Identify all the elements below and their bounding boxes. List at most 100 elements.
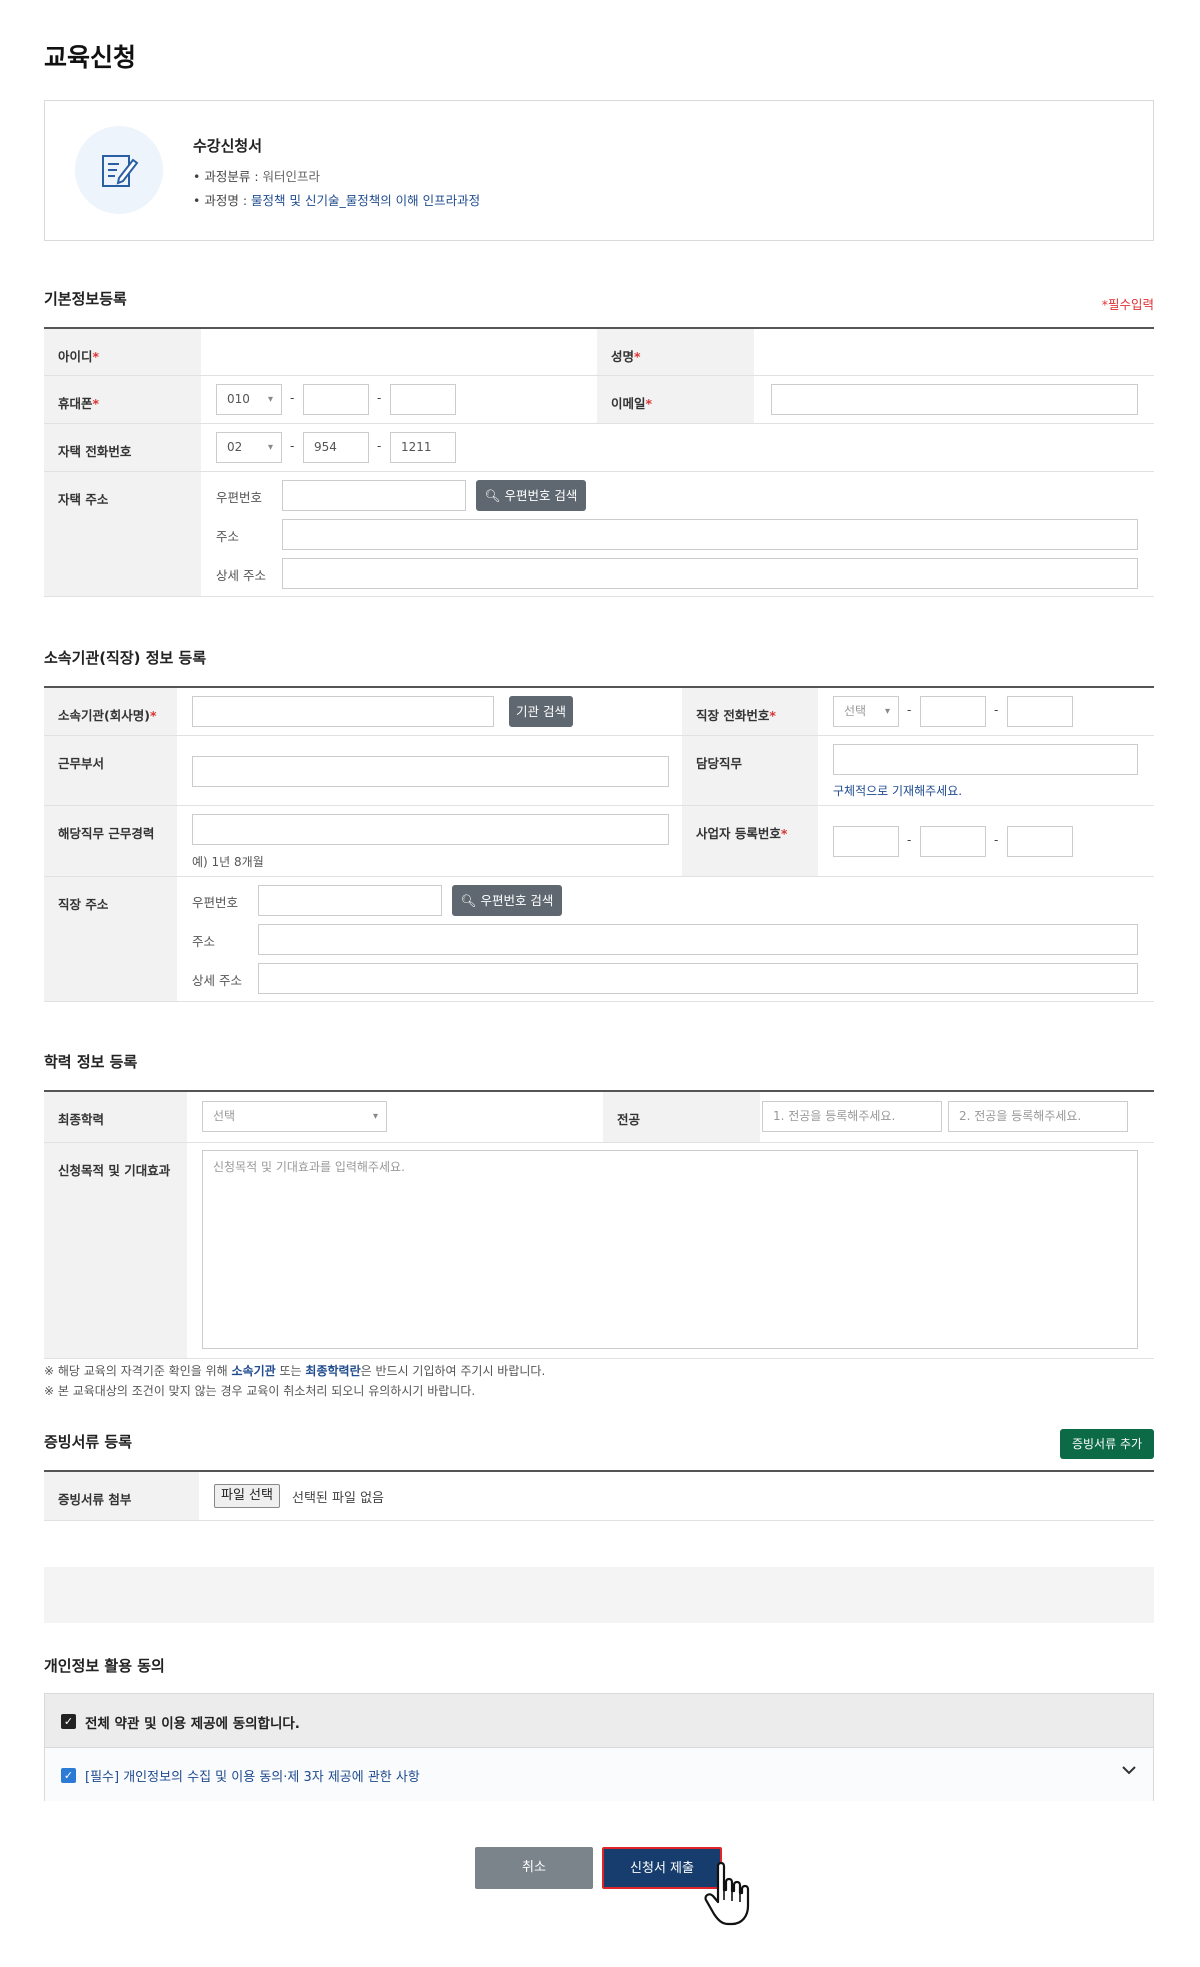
- purpose-label: 신청목적 및 기대효과: [44, 1143, 187, 1358]
- page-title: 교육신청: [44, 43, 137, 72]
- org-info-title: 소속기관(직장) 정보 등록: [44, 649, 207, 667]
- row-home-address: 자택 주소 우편번호 🔍︎ 우편번호 검색 주소 상세 주소: [44, 472, 1154, 597]
- home-phone-prefix-select[interactable]: 02: [216, 432, 282, 463]
- org-search-button[interactable]: 기관 검색: [509, 696, 573, 727]
- home-zip-search-button[interactable]: 🔍︎ 우편번호 검색: [476, 480, 586, 511]
- agree-required-row[interactable]: ✓ [필수] 개인정보의 수집 및 이용 동의·제 3자 제공에 관한 사항: [45, 1748, 1153, 1801]
- course-info: 수강신청서 • 과정분류 : 워터인프라 • 과정명 : 물정책 및 신기술_물…: [193, 135, 480, 213]
- file-status: 선택된 파일 없음: [292, 1491, 384, 1506]
- docs-title: 증빙서류 등록: [44, 1433, 133, 1451]
- hand-pointer-icon: [704, 1860, 770, 1932]
- biz-no-label: 사업자 등록번호*: [682, 806, 818, 876]
- final-edu-select[interactable]: 선택: [202, 1101, 387, 1132]
- home-address-sublabel: 주소: [216, 529, 240, 544]
- purpose-textarea[interactable]: 신청목적 및 기대효과를 입력해주세요.: [202, 1150, 1138, 1349]
- row-final-edu-major: 최종학력 선택 전공 1. 전공을 등록해주세요. 2. 전공을 등록해주세요.: [44, 1092, 1154, 1143]
- file-select-button[interactable]: 파일 선택: [214, 1484, 280, 1508]
- name-label: 성명*: [597, 329, 754, 375]
- row-document-attach: 증빙서류 첨부 파일 선택 선택된 파일 없음: [44, 1472, 1154, 1521]
- email-input[interactable]: [771, 384, 1138, 415]
- attach-label: 증빙서류 첨부: [44, 1472, 199, 1520]
- work-phone-last-input[interactable]: [1007, 696, 1073, 727]
- duty-label: 담당직무: [682, 736, 818, 805]
- empty-panel: [44, 1567, 1154, 1623]
- agree-all-text: 전체 약관 및 이용 제공에 동의합니다.: [85, 1716, 300, 1732]
- course-info-box: 수강신청서 • 과정분류 : 워터인프라 • 과정명 : 물정책 및 신기술_물…: [44, 100, 1154, 241]
- work-detail-address-label: 상세 주소: [192, 973, 242, 988]
- basic-info-title: 기본정보등록: [44, 290, 127, 308]
- major-label: 전공: [603, 1092, 760, 1142]
- row-dept-duty: 근무부서 담당직무 구체적으로 기재해주세요.: [44, 736, 1154, 806]
- biz-no-part1-input[interactable]: [833, 826, 899, 857]
- duty-hint: 구체적으로 기재해주세요.: [833, 784, 963, 798]
- home-phone-last-input[interactable]: 1211: [390, 432, 456, 463]
- home-zipcode-label: 우편번호: [216, 490, 263, 505]
- work-zipcode-input[interactable]: [258, 885, 442, 916]
- work-phone-prefix-select[interactable]: 선택: [833, 696, 899, 727]
- work-detail-address-input[interactable]: [258, 963, 1138, 994]
- required-note: *필수입력: [1101, 297, 1154, 312]
- course-category: • 과정분류 : 워터인프라: [193, 169, 321, 184]
- edu-info-title: 학력 정보 등록: [44, 1053, 138, 1071]
- home-phone-label: 자택 전화번호: [44, 424, 201, 471]
- home-zipcode-input[interactable]: [282, 480, 466, 511]
- home-detail-address-input[interactable]: [282, 558, 1138, 589]
- notice-line-2: ※ 본 교육대상의 조건이 맞지 않는 경우 교육이 취소처리 되오니 유의하시…: [44, 1384, 476, 1398]
- home-address-input[interactable]: [282, 519, 1138, 550]
- basic-info-table: 아이디* 성명* 휴대폰* 010 - - 이메일* 자택 전화번호 02 - …: [44, 327, 1154, 597]
- row-purpose: 신청목적 및 기대효과 신청목적 및 기대효과를 입력해주세요.: [44, 1143, 1154, 1359]
- row-career-bizno: 해당직무 근무경력 예) 1년 8개월 사업자 등록번호* - -: [44, 806, 1154, 877]
- search-icon: 🔍︎: [460, 893, 477, 908]
- agree-all-row[interactable]: ✓ 전체 약관 및 이용 제공에 동의합니다.: [45, 1694, 1153, 1748]
- row-id-name: 아이디* 성명*: [44, 329, 1154, 376]
- work-address-label: 직장 주소: [44, 877, 177, 1001]
- dept-label: 근무부서: [44, 736, 177, 805]
- major1-input[interactable]: 1. 전공을 등록해주세요.: [762, 1101, 942, 1132]
- add-document-button[interactable]: 증빙서류 추가: [1060, 1429, 1154, 1459]
- row-work-address: 직장 주소 우편번호 🔍︎ 우편번호 검색 주소 상세 주소: [44, 877, 1154, 1002]
- career-input[interactable]: [192, 814, 669, 845]
- home-address-label: 자택 주소: [44, 472, 201, 596]
- application-form-icon: [75, 126, 163, 214]
- id-label: 아이디*: [44, 329, 201, 375]
- career-label: 해당직무 근무경력: [44, 806, 177, 876]
- chevron-down-icon[interactable]: [1121, 1762, 1137, 1782]
- notice-text: ※ 해당 교육의 자격기준 확인을 위해 소속기관 또는 최종학력란은 반드시 …: [44, 1361, 545, 1401]
- duty-input[interactable]: [833, 744, 1138, 775]
- row-mobile-email: 휴대폰* 010 - - 이메일*: [44, 376, 1154, 424]
- mobile-mid-input[interactable]: [303, 384, 369, 415]
- course-form-title: 수강신청서: [193, 137, 263, 155]
- biz-no-part2-input[interactable]: [920, 826, 986, 857]
- home-phone-mid-input[interactable]: 954: [303, 432, 369, 463]
- org-info-table: 소속기관(회사명)* 기관 검색 직장 전화번호* 선택 - - 근무부서 담당…: [44, 686, 1154, 1002]
- work-zip-search-button[interactable]: 🔍︎ 우편번호 검색: [452, 885, 562, 916]
- work-phone-mid-input[interactable]: [920, 696, 986, 727]
- mobile-last-input[interactable]: [390, 384, 456, 415]
- final-edu-label: 최종학력: [44, 1092, 187, 1142]
- cancel-button[interactable]: 취소: [475, 1847, 593, 1889]
- work-phone-label: 직장 전화번호*: [682, 688, 818, 735]
- career-hint: 예) 1년 8개월: [192, 855, 264, 869]
- mobile-label: 휴대폰*: [44, 376, 201, 423]
- work-address-input[interactable]: [258, 924, 1138, 955]
- org-label: 소속기관(회사명)*: [44, 688, 177, 735]
- course-name: • 과정명 : 물정책 및 신기술_물정책의 이해 인프라과정: [193, 193, 481, 208]
- edu-info-table: 최종학력 선택 전공 1. 전공을 등록해주세요. 2. 전공을 등록해주세요.…: [44, 1090, 1154, 1359]
- major2-input[interactable]: 2. 전공을 등록해주세요.: [948, 1101, 1128, 1132]
- docs-table: 증빙서류 첨부 파일 선택 선택된 파일 없음: [44, 1470, 1154, 1521]
- privacy-title: 개인정보 활용 동의: [44, 1657, 165, 1675]
- org-input[interactable]: [192, 696, 494, 727]
- home-detail-address-label: 상세 주소: [216, 568, 266, 583]
- work-address-sublabel: 주소: [192, 934, 216, 949]
- agree-required-text: [필수] 개인정보의 수집 및 이용 동의·제 3자 제공에 관한 사항: [85, 1770, 420, 1785]
- search-icon: 🔍︎: [484, 488, 501, 503]
- row-org-workphone: 소속기관(회사명)* 기관 검색 직장 전화번호* 선택 - -: [44, 688, 1154, 736]
- row-home-phone: 자택 전화번호 02 - 954 - 1211: [44, 424, 1154, 472]
- agreement-box: ✓ 전체 약관 및 이용 제공에 동의합니다. ✓ [필수] 개인정보의 수집 …: [44, 1693, 1154, 1801]
- biz-no-part3-input[interactable]: [1007, 826, 1073, 857]
- dept-input[interactable]: [192, 756, 669, 787]
- agree-required-checkbox[interactable]: ✓: [61, 1768, 76, 1783]
- agree-all-checkbox[interactable]: ✓: [61, 1714, 76, 1729]
- email-label: 이메일*: [597, 376, 754, 423]
- mobile-prefix-select[interactable]: 010: [216, 384, 282, 415]
